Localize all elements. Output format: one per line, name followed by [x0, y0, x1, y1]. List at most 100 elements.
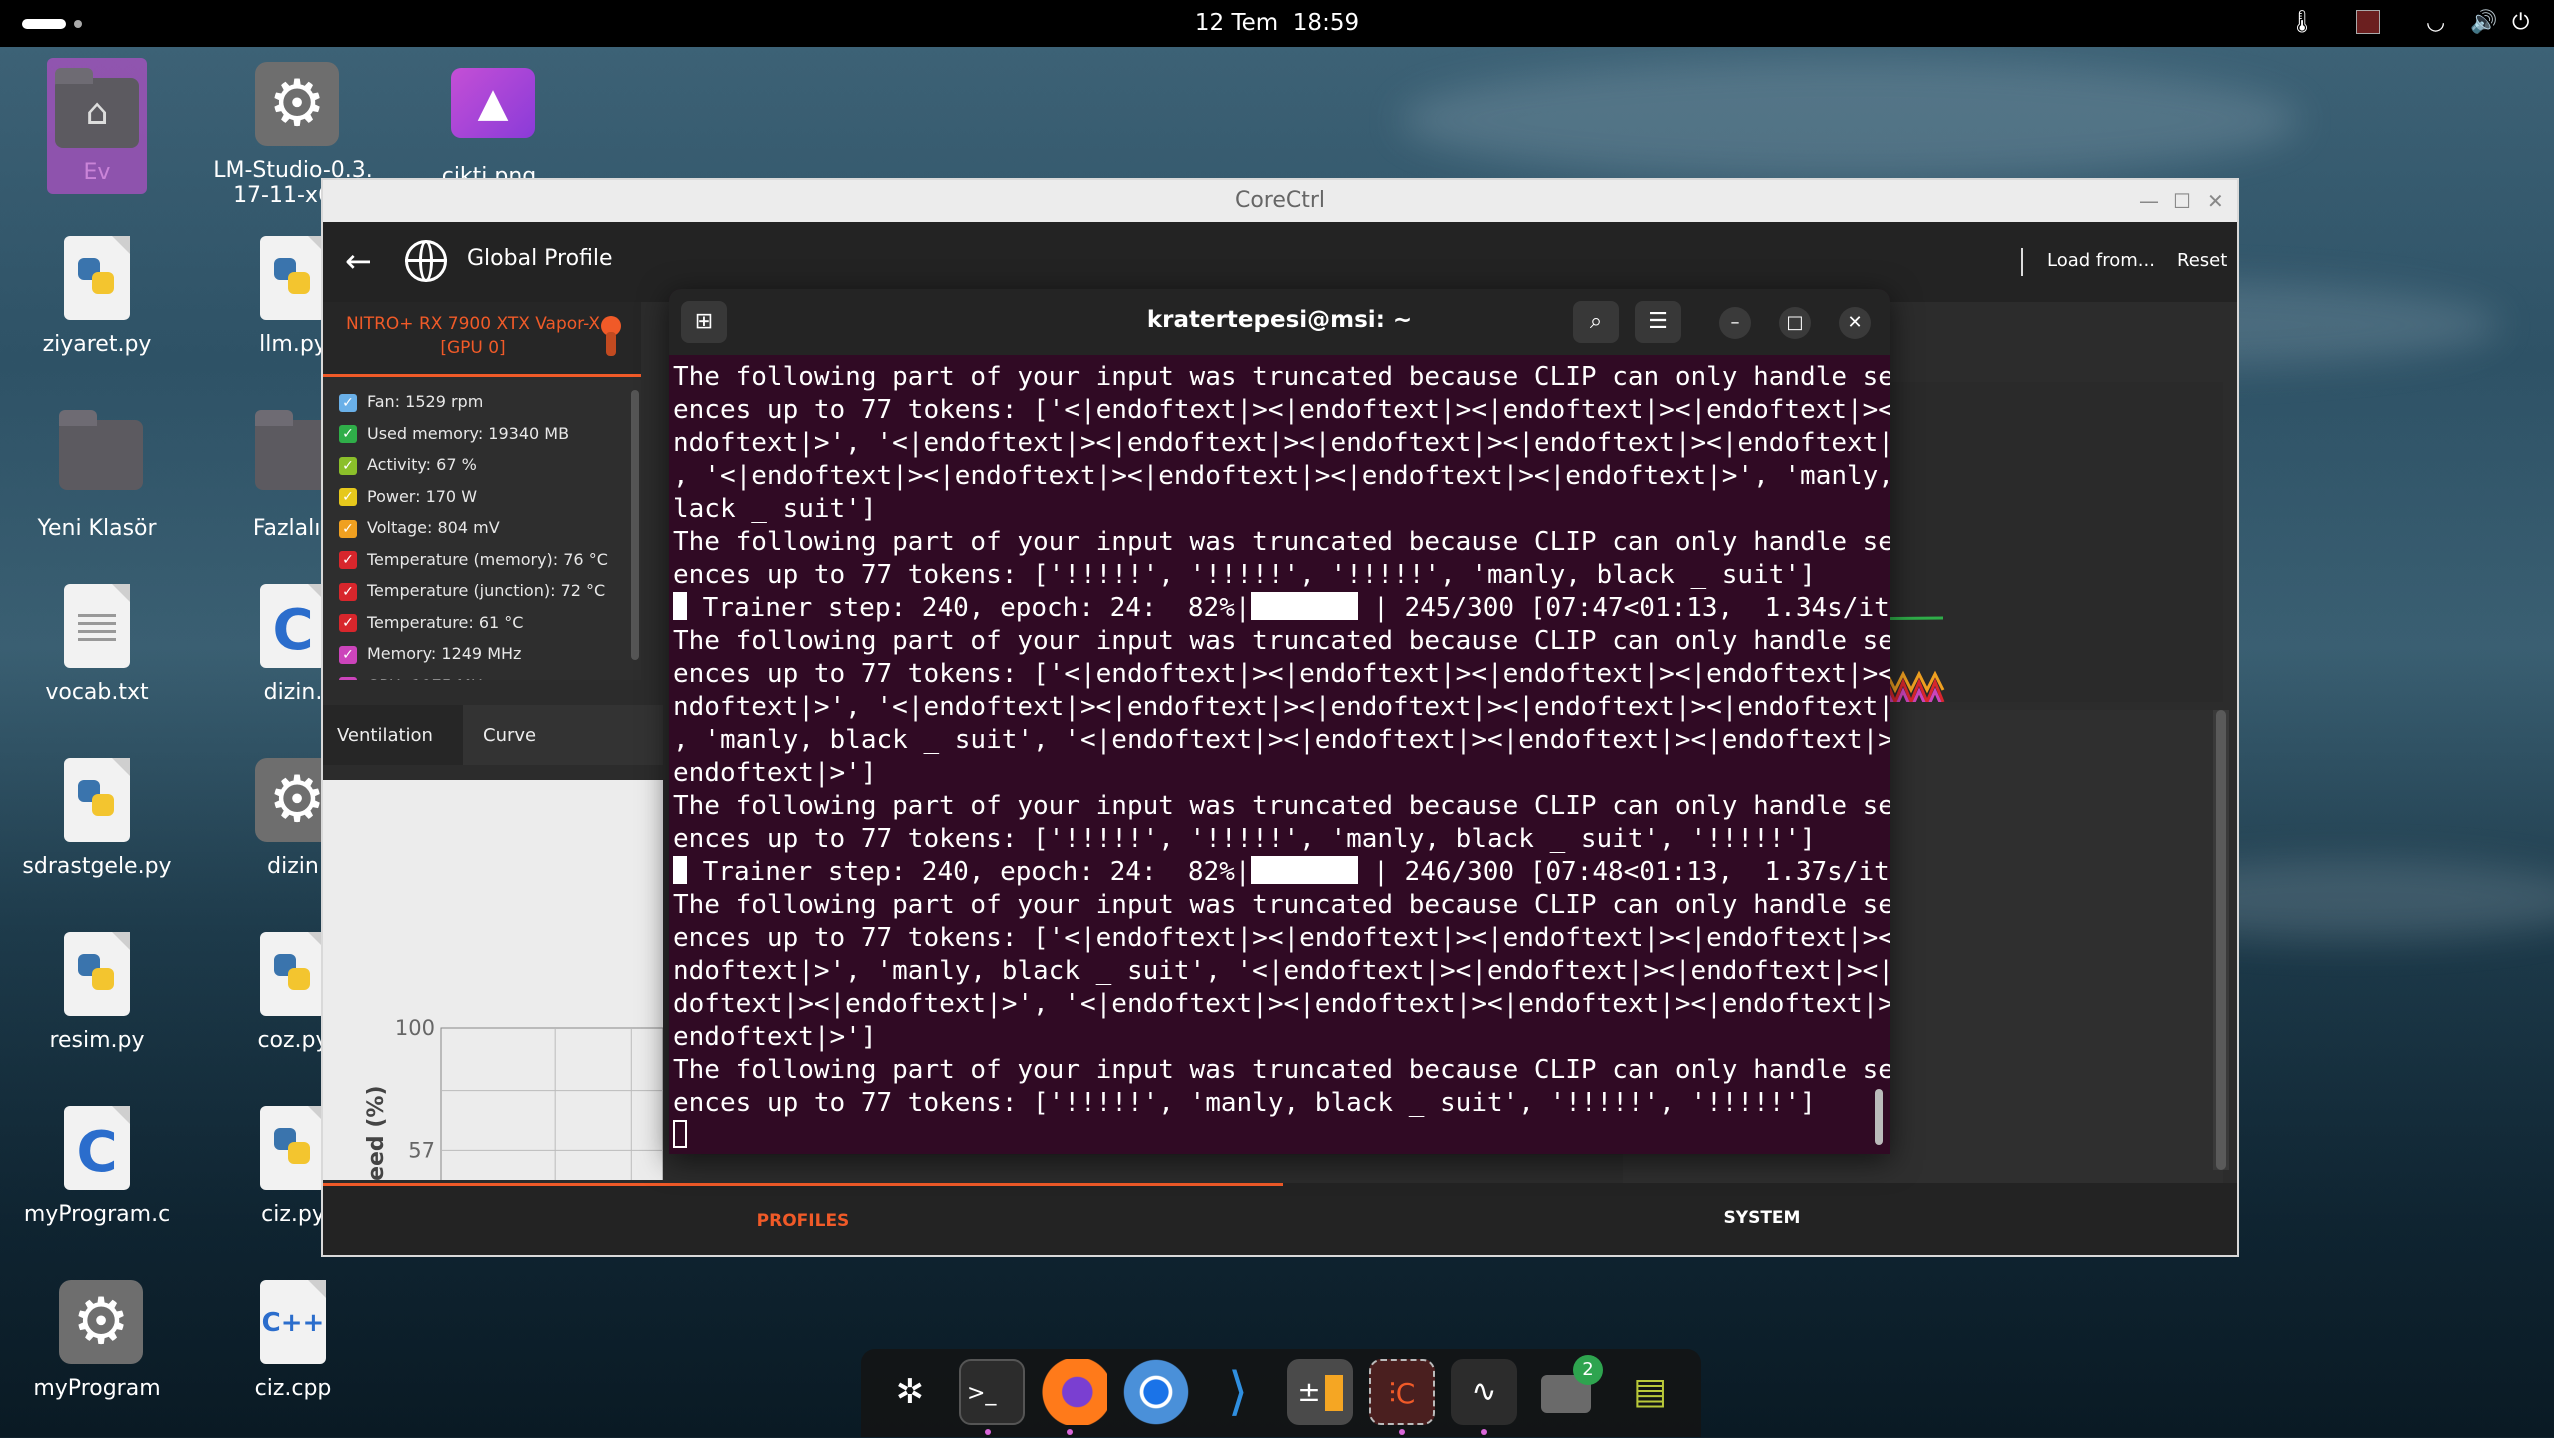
desktop-icon-resim[interactable]: resim.py — [12, 932, 182, 1053]
corectrl-icon[interactable]: ⫶C — [1369, 1359, 1435, 1425]
desktop-icon-ev[interactable]: ⌂ Ev — [12, 58, 182, 194]
maximize-icon[interactable]: □ — [1779, 307, 1811, 339]
desktop-icon-yeni-klasor[interactable]: Yeni Klasör — [12, 410, 182, 541]
sensor-scrollbar[interactable] — [631, 390, 639, 660]
sensor-checkbox[interactable]: ✓ — [339, 425, 357, 443]
power-icon[interactable]: ⏻ — [2512, 10, 2529, 35]
sensor-checkbox[interactable]: ✓ — [339, 582, 357, 601]
sensor-row[interactable]: ✓ GPU: 1975 MHz — [339, 674, 491, 680]
terminal-line: ences up to 77 tokens: ['<|endoftext|><|… — [673, 923, 1890, 953]
terminal-icon[interactable]: >_ — [959, 1359, 1025, 1425]
minimize-icon[interactable]: – — [1719, 307, 1751, 339]
sensor-row[interactable]: ✓ Memory: 1249 MHz — [339, 642, 521, 670]
sensor-row[interactable]: ✓ Temperature (memory): 76 °C — [339, 548, 608, 576]
close-icon[interactable]: ✕ — [2207, 180, 2224, 222]
python-file-icon — [260, 1106, 326, 1190]
sensor-checkbox[interactable]: ✓ — [339, 456, 357, 475]
ubuntu-logo-icon[interactable]: ✲ — [877, 1359, 943, 1425]
terminal-line: ndoftext|>', 'manly, black _ suit', '<|e… — [673, 956, 1890, 986]
sensor-row[interactable]: ✓ Activity: 67 % — [339, 453, 477, 481]
wifi-icon[interactable]: ◡ — [2426, 10, 2445, 35]
files-icon[interactable]: 2 — [1533, 1355, 1603, 1425]
back-arrow-icon[interactable]: ← — [345, 242, 372, 280]
calculator-icon[interactable]: ± — [1287, 1359, 1353, 1425]
minimize-icon[interactable]: — — [2139, 180, 2159, 222]
search-icon[interactable]: ⌕ — [1573, 301, 1619, 343]
desktop-icon-ciz-cpp[interactable]: C++ ciz.cpp — [208, 1280, 378, 1401]
sensor-label: Temperature: 61 °C — [367, 612, 524, 632]
terminal-line: The following part of your input was tru… — [673, 1055, 1890, 1085]
tab-profiles[interactable]: PROFILES — [323, 1183, 1283, 1255]
desktop-icon-vocab[interactable]: vocab.txt — [12, 584, 182, 705]
progress-start-block — [673, 592, 687, 620]
desktop-icon-myprogram-c[interactable]: C myProgram.c — [12, 1106, 182, 1227]
fan-curve-chart[interactable]: 10057152543Speed (%)Temperature (°C) — [323, 780, 663, 1180]
terminal-headerbar[interactable]: ⊞ kratertepesi@msi: ~ ⌕ ☰ – □ ✕ — [669, 289, 1890, 355]
clock[interactable]: 12 Tem 18:59 — [0, 10, 2554, 36]
sensor-checkbox[interactable]: ✓ — [339, 677, 357, 680]
ventilation-bar: Ventilation Curve — [323, 705, 663, 765]
gpu-tab[interactable]: NITRO+ RX 7900 XTX Vapor-X [GPU 0] — [323, 302, 641, 377]
app-store-icon[interactable]: ▤ — [1617, 1359, 1683, 1425]
terminal-line: The following part of your input was tru… — [673, 362, 1890, 392]
sensor-checkbox[interactable]: ✓ — [339, 645, 357, 664]
corectrl-tray-icon[interactable] — [2356, 10, 2380, 40]
profile-title: Global Profile — [467, 246, 613, 271]
terminal-output[interactable]: The following part of your input was tru… — [673, 361, 1890, 1153]
temperature-icon[interactable]: 🌡 — [2288, 10, 2316, 35]
desktop-icon-sdrastgele[interactable]: sdrastgele.py — [12, 758, 182, 879]
sensor-checkbox[interactable]: ✓ — [339, 393, 357, 412]
system-monitor-icon[interactable]: ∿ — [1451, 1359, 1517, 1425]
running-indicator — [1399, 1429, 1405, 1435]
progress-start-block — [673, 856, 687, 884]
header-separator — [2021, 248, 2023, 276]
sensor-row[interactable]: ✓ Voltage: 804 mV — [339, 516, 500, 544]
sensor-row[interactable]: ✓ Temperature (junction): 72 °C — [339, 579, 605, 607]
sensor-row[interactable]: ✓ Power: 170 W — [339, 485, 477, 513]
sensor-row[interactable]: ✓ Temperature: 61 °C — [339, 611, 523, 639]
sensor-row[interactable]: ✓ Fan: 1529 rpm — [339, 390, 483, 418]
tab-system[interactable]: SYSTEM — [1283, 1183, 2237, 1255]
terminal-window: ⊞ kratertepesi@msi: ~ ⌕ ☰ – □ ✕ The foll… — [669, 289, 1890, 1154]
ventilation-label: Ventilation — [337, 725, 433, 746]
y-tick-label: 100 — [395, 1016, 435, 1040]
fan-curve-svg[interactable]: 10057152543Speed (%)Temperature (°C) — [323, 780, 663, 1180]
terminal-line: ndoftext|>', '<|endoftext|><|endoftext|>… — [673, 692, 1890, 722]
firefox-icon[interactable] — [1041, 1359, 1107, 1425]
sensor-checkbox[interactable]: ✓ — [339, 551, 357, 569]
sensor-checkbox[interactable]: ✓ — [339, 614, 357, 632]
terminal-scrollbar[interactable] — [1875, 1089, 1883, 1145]
corectrl-titlebar[interactable]: CoreCtrl — ☐ ✕ — [323, 180, 2237, 222]
home-folder-icon: ⌂ — [55, 68, 139, 148]
menu-icon[interactable]: ☰ — [1635, 301, 1681, 343]
terminal-line: , '<|endoftext|><|endoftext|><|endoftext… — [673, 461, 1890, 491]
sensor-list: ✓ Fan: 1529 rpm ✓ Used memory: 19340 MB ✓ Act… — [323, 380, 641, 680]
sensor-label: Power: 170 W — [367, 486, 478, 506]
corectrl-scrollbar[interactable] — [2213, 710, 2229, 1170]
sensor-checkbox[interactable]: ✓ — [339, 519, 357, 538]
gear-icon: ⚙ — [59, 1280, 143, 1364]
sensor-checkbox[interactable]: ✓ — [339, 488, 357, 506]
desktop-icon-cikti[interactable]: ▲ cikti.png — [404, 62, 574, 189]
terminal-line: , 'manly, black _ suit', '<|endoftext|><… — [673, 725, 1890, 755]
sensor-label: Activity: 67 % — [367, 455, 477, 474]
cpp-file-icon: C++ — [260, 1280, 326, 1364]
progress-bar-fill — [1250, 856, 1358, 884]
terminal-line: The following part of your input was tru… — [673, 626, 1890, 656]
close-icon[interactable]: ✕ — [1839, 307, 1871, 339]
window-title: CoreCtrl — [1234, 188, 1326, 213]
vscode-icon[interactable]: ⟩ — [1205, 1359, 1271, 1425]
gpu-tab-name: NITRO+ RX 7900 XTX Vapor-X — [345, 314, 601, 334]
curve-selector[interactable]: Curve — [463, 705, 663, 765]
sensor-row[interactable]: ✓ Used memory: 19340 MB — [339, 422, 569, 450]
reset-button[interactable]: Reset — [2177, 250, 2227, 271]
desktop-icon-ziyaret[interactable]: ziyaret.py — [12, 236, 182, 357]
y-axis-label: Speed (%) — [364, 1086, 389, 1181]
volume-icon[interactable]: 🔊 — [2470, 10, 2497, 35]
plot-area — [440, 1027, 663, 1180]
load-from-button[interactable]: Load from... — [2047, 250, 2155, 271]
chrome-icon[interactable] — [1123, 1359, 1189, 1425]
desktop-icon-myprogram[interactable]: ⚙ myProgram — [12, 1280, 182, 1401]
maximize-icon[interactable]: ☐ — [2173, 180, 2191, 222]
terminal-line: ences up to 77 tokens: ['<|endoftext|><|… — [673, 395, 1890, 425]
